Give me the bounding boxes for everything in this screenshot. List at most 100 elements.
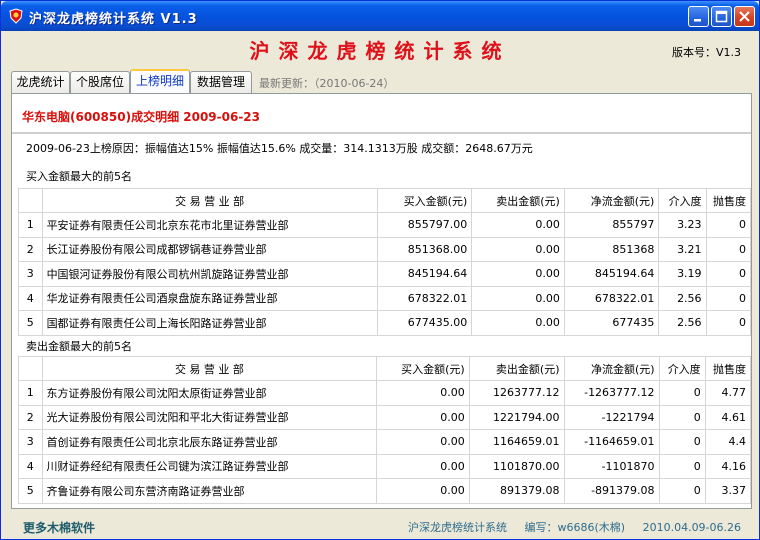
row-sell: 1263777.12 bbox=[468, 380, 565, 406]
row-in: 2.56 bbox=[658, 310, 707, 336]
details-panel: 华东电脑(600850)成交明细 2009-06-23 2009-06-23上榜… bbox=[11, 93, 752, 509]
col-index[interactable] bbox=[18, 188, 43, 213]
row-dept: 光大证券股份有限公司沈阳和平北大街证券营业部 bbox=[41, 404, 378, 430]
row-net: -1101870 bbox=[563, 453, 660, 479]
table-row[interactable]: 1 平安证券有限责任公司北京东花市北里证券营业部 855797.00 0.00 … bbox=[18, 212, 752, 238]
row-net: 678322.01 bbox=[563, 285, 660, 311]
table-row[interactable]: 5 国都证券有限责任公司上海长阳路证券营业部 677435.00 0.00 67… bbox=[18, 310, 752, 336]
table-row[interactable]: 1 东方证券股份有限公司沈阳太原街证券营业部 0.00 1263777.12 -… bbox=[18, 380, 752, 406]
col-buy[interactable]: 买入金额(元) bbox=[376, 188, 473, 213]
row-buy: 851368.00 bbox=[376, 236, 473, 262]
row-index: 1 bbox=[18, 212, 43, 238]
row-net: 677435 bbox=[563, 310, 660, 336]
tab-stock-seats[interactable]: 个股席位 bbox=[70, 71, 130, 93]
row-index: 3 bbox=[18, 429, 43, 455]
row-net: -1221794 bbox=[563, 404, 660, 430]
buy-table: 交 易 营 业 部 买入金额(元) 卖出金额(元) 净流金额(元) 介入度 抛售… bbox=[18, 188, 752, 336]
row-sell: 891379.08 bbox=[468, 478, 565, 504]
version-label: 版本号：V1.3 bbox=[671, 46, 741, 59]
table-row[interactable]: 5 齐鲁证券有限公司东营济南路证券营业部 0.00 891379.08 -891… bbox=[18, 478, 752, 504]
row-net: 851368 bbox=[563, 236, 660, 262]
row-in: 0 bbox=[658, 404, 706, 430]
sell-section-label: 卖出金额最大的前5名 bbox=[26, 340, 132, 353]
more-software-link[interactable]: 更多木棉软件 bbox=[23, 519, 95, 536]
maximize-button[interactable] bbox=[711, 6, 732, 27]
title-bar[interactable]: 沪深龙虎榜统计系统 V1.3 bbox=[1, 1, 759, 31]
col-sell[interactable]: 卖出金额(元) bbox=[471, 188, 565, 213]
footer-info: 沪深龙虎榜统计系统 编写：w6686(木棉) 2010.04.09-06.26 bbox=[408, 519, 755, 535]
row-sell: 1164659.01 bbox=[468, 429, 565, 455]
row-out: 0 bbox=[705, 236, 752, 262]
row-dept: 齐鲁证券有限公司东营济南路证券营业部 bbox=[41, 478, 378, 504]
footer-author: 编写：w6686(木棉) bbox=[524, 521, 626, 534]
row-sell: 0.00 bbox=[471, 261, 565, 287]
row-sell: 1101870.00 bbox=[468, 453, 565, 479]
row-index: 5 bbox=[18, 310, 43, 336]
tab-longhu-stats[interactable]: 龙虎统计 bbox=[11, 71, 70, 93]
row-index: 1 bbox=[18, 380, 43, 406]
last-update-label: 最新更新：（2010-06-24） bbox=[259, 77, 395, 90]
minimize-button[interactable] bbox=[688, 6, 709, 27]
app-header: 沪深龙虎榜统计系统 版本号：V1.3 bbox=[5, 31, 755, 65]
row-net: -891379.08 bbox=[563, 478, 660, 504]
col-dept[interactable]: 交 易 营 业 部 bbox=[41, 356, 378, 381]
row-dept: 华龙证券有限责任公司酒泉盘旋东路证券营业部 bbox=[41, 285, 378, 311]
sell-table: 交 易 营 业 部 买入金额(元) 卖出金额(元) 净流金额(元) 介入度 抛售… bbox=[18, 356, 752, 504]
row-sell: 1221794.00 bbox=[468, 404, 565, 430]
row-net: -1263777.12 bbox=[563, 380, 660, 406]
footer-dates: 2010.04.09-06.26 bbox=[642, 521, 742, 534]
col-buy[interactable]: 买入金额(元) bbox=[376, 356, 470, 381]
row-index: 4 bbox=[18, 453, 43, 479]
row-buy: 845194.64 bbox=[376, 261, 473, 287]
col-dept[interactable]: 交 易 营 业 部 bbox=[41, 188, 378, 213]
col-net[interactable]: 净流金额(元) bbox=[563, 188, 660, 213]
close-button[interactable] bbox=[734, 6, 755, 27]
row-in: 0 bbox=[658, 453, 706, 479]
row-in: 3.19 bbox=[658, 261, 707, 287]
row-out: 0 bbox=[705, 261, 752, 287]
tab-list-details[interactable]: 上榜明细 bbox=[130, 69, 190, 93]
row-dept: 平安证券有限责任公司北京东花市北里证券营业部 bbox=[41, 212, 378, 238]
row-in: 0 bbox=[658, 429, 706, 455]
app-shield-icon bbox=[9, 8, 23, 24]
row-dept: 川财证券经纪有限责任公司键为滨江路证券营业部 bbox=[41, 453, 378, 479]
row-dept: 中国银河证券股份有限公司杭州凯旋路证券营业部 bbox=[41, 261, 378, 287]
status-bar: 更多木棉软件 沪深龙虎榜统计系统 编写：w6686(木棉) 2010.04.09… bbox=[1, 511, 759, 539]
row-sell: 0.00 bbox=[471, 236, 565, 262]
tab-data-management[interactable]: 数据管理 bbox=[190, 71, 252, 93]
row-buy: 0.00 bbox=[376, 380, 470, 406]
row-index: 5 bbox=[18, 478, 43, 504]
col-net[interactable]: 净流金额(元) bbox=[563, 356, 660, 381]
col-sell[interactable]: 卖出金额(元) bbox=[468, 356, 565, 381]
table-row[interactable]: 3 首创证券有限责任公司北京北辰东路证券营业部 0.00 1164659.01 … bbox=[18, 429, 752, 455]
row-buy: 855797.00 bbox=[376, 212, 473, 238]
row-out: 0 bbox=[705, 310, 752, 336]
col-out[interactable]: 抛售度 bbox=[704, 356, 752, 381]
summary-line: 2009-06-23上榜原因：振幅值达15% 振幅值达15.6% 成交量：314… bbox=[26, 142, 533, 155]
buy-section-label: 买入金额最大的前5名 bbox=[26, 170, 132, 183]
close-icon bbox=[739, 11, 750, 22]
row-dept: 长江证券股份有限公司成都锣锅巷证券营业部 bbox=[41, 236, 378, 262]
table-row[interactable]: 2 光大证券股份有限公司沈阳和平北大街证券营业部 0.00 1221794.00… bbox=[18, 404, 752, 430]
row-index: 4 bbox=[18, 285, 43, 311]
col-index[interactable] bbox=[18, 356, 43, 381]
col-out[interactable]: 抛售度 bbox=[705, 188, 752, 213]
col-in[interactable]: 介入度 bbox=[658, 356, 706, 381]
row-index: 2 bbox=[18, 236, 43, 262]
row-net: -1164659.01 bbox=[563, 429, 660, 455]
table-row[interactable]: 3 中国银河证券股份有限公司杭州凯旋路证券营业部 845194.64 0.00 … bbox=[18, 261, 752, 287]
row-dept: 国都证券有限责任公司上海长阳路证券营业部 bbox=[41, 310, 378, 336]
table-row[interactable]: 4 华龙证券有限责任公司酒泉盘旋东路证券营业部 678322.01 0.00 6… bbox=[18, 285, 752, 311]
row-out: 4.4 bbox=[704, 429, 752, 455]
table-row[interactable]: 4 川财证券经纪有限责任公司键为滨江路证券营业部 0.00 1101870.00… bbox=[18, 453, 752, 479]
table-row[interactable]: 2 长江证券股份有限公司成都锣锅巷证券营业部 851368.00 0.00 85… bbox=[18, 236, 752, 262]
row-buy: 0.00 bbox=[376, 429, 470, 455]
app-window: 沪深龙虎榜统计系统 V1.3 沪深龙虎榜统计系统 版本号：V1.3 龙虎统计 个… bbox=[0, 0, 760, 540]
row-buy: 0.00 bbox=[376, 404, 470, 430]
row-sell: 0.00 bbox=[471, 310, 565, 336]
row-in: 0 bbox=[658, 478, 706, 504]
col-in[interactable]: 介入度 bbox=[658, 188, 707, 213]
detail-title: 华东电脑(600850)成交明细 2009-06-23 bbox=[22, 110, 261, 124]
row-net: 855797 bbox=[563, 212, 660, 238]
row-in: 3.23 bbox=[658, 212, 707, 238]
